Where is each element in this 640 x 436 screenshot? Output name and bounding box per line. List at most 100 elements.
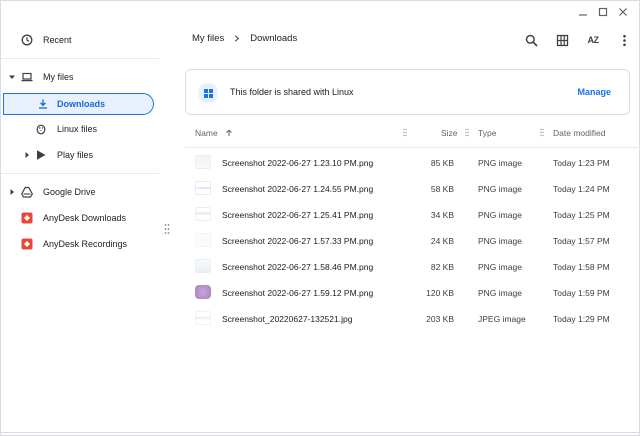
sidebar-item-recent[interactable]: Recent: [1, 29, 159, 51]
image-thumbnail: [195, 311, 211, 325]
more-options-button[interactable]: [615, 31, 633, 49]
file-name: Screenshot 2022-06-27 1.24.55 PM.png: [222, 184, 374, 194]
files-app-window: Recent My files Downloads Linux files Pl…: [0, 0, 640, 436]
column-label: Name: [195, 128, 218, 138]
sidebar-item-label: Recent: [43, 35, 72, 45]
file-date: Today 1:23 PM: [553, 158, 610, 168]
column-resize-handle[interactable]: [465, 128, 469, 137]
file-type: PNG image: [478, 158, 522, 168]
breadcrumb-my-files[interactable]: My files: [192, 33, 224, 44]
banner-message: This folder is shared with Linux: [230, 87, 354, 97]
file-list-header: Name Size Type Date modified: [185, 122, 640, 144]
file-row[interactable]: Screenshot 2022-06-27 1.23.10 PM.png 85 …: [185, 149, 640, 175]
breadcrumb-downloads[interactable]: Downloads: [250, 33, 297, 44]
column-header-type[interactable]: Type: [478, 128, 496, 138]
file-type: JPEG image: [478, 314, 526, 324]
penguin-icon: [34, 123, 47, 136]
column-resize-handle[interactable]: [540, 128, 544, 137]
expand-right-icon[interactable]: [23, 151, 31, 159]
file-row[interactable]: Screenshot 2022-06-27 1.57.33 PM.png 24 …: [185, 227, 640, 253]
file-type: PNG image: [478, 184, 522, 194]
more-vert-icon: [622, 34, 626, 46]
breadcrumb: My files Downloads: [192, 33, 297, 44]
image-thumbnail: [195, 285, 211, 299]
play-icon: [34, 149, 47, 162]
column-header-size[interactable]: Size: [441, 128, 458, 138]
file-date: Today 1:59 PM: [553, 288, 610, 298]
file-row[interactable]: Screenshot 2022-06-27 1.58.46 PM.png 82 …: [185, 253, 640, 279]
file-date: Today 1:25 PM: [553, 210, 610, 220]
sidebar-resize-handle[interactable]: [164, 223, 170, 235]
sort-button[interactable]: AZ: [584, 31, 602, 49]
sidebar-item-label: Play files: [57, 150, 94, 160]
sidebar-item-label: Linux files: [57, 124, 98, 134]
sidebar-item-label: Google Drive: [43, 187, 96, 197]
clock-icon: [20, 34, 33, 47]
expand-down-icon[interactable]: [8, 73, 16, 81]
image-thumbnail: [195, 259, 211, 273]
sidebar: Recent My files Downloads Linux files Pl…: [1, 23, 159, 433]
close-icon[interactable]: [613, 3, 633, 21]
expand-right-icon[interactable]: [8, 188, 16, 196]
sidebar-item-linux-files[interactable]: Linux files: [1, 118, 159, 140]
file-row[interactable]: Screenshot 2022-06-27 1.59.12 PM.png 120…: [185, 279, 640, 305]
sidebar-item-anydesk-downloads[interactable]: AnyDesk Downloads: [1, 207, 159, 229]
sidebar-item-anydesk-recordings[interactable]: AnyDesk Recordings: [1, 233, 159, 255]
image-thumbnail: [195, 155, 211, 169]
sidebar-item-google-drive[interactable]: Google Drive: [1, 181, 159, 203]
column-header-name[interactable]: Name: [195, 128, 233, 138]
image-thumbnail: [195, 207, 211, 221]
sidebar-divider: [1, 173, 159, 174]
file-name: Screenshot_20220627-132521.jpg: [222, 314, 353, 324]
file-date: Today 1:24 PM: [553, 184, 610, 194]
linux-shared-banner: This folder is shared with Linux Manage: [185, 69, 630, 115]
file-name: Screenshot 2022-06-27 1.23.10 PM.png: [222, 158, 374, 168]
anydesk-icon: [20, 238, 33, 251]
sidebar-item-downloads[interactable]: Downloads: [3, 93, 154, 115]
window-controls: [573, 3, 633, 21]
window-bottom-border: [1, 432, 640, 433]
image-thumbnail: [195, 181, 211, 195]
grid-view-button[interactable]: [553, 31, 571, 49]
minimize-icon[interactable]: [573, 3, 593, 21]
file-row[interactable]: Screenshot 2022-06-27 1.24.55 PM.png 58 …: [185, 175, 640, 201]
anydesk-icon: [20, 212, 33, 225]
drive-icon: [20, 186, 33, 199]
file-date: Today 1:58 PM: [553, 262, 610, 272]
linux-folder-icon: [198, 83, 218, 103]
file-type: PNG image: [478, 236, 522, 246]
column-header-date-modified[interactable]: Date modified: [553, 128, 605, 138]
column-resize-handle[interactable]: [403, 128, 407, 137]
file-size: 120 KB: [426, 288, 454, 298]
file-size: 34 KB: [430, 210, 454, 220]
file-date: Today 1:57 PM: [553, 236, 610, 246]
sidebar-item-label: AnyDesk Recordings: [43, 239, 128, 249]
sidebar-item-my-files[interactable]: My files: [1, 66, 159, 88]
file-type: PNG image: [478, 210, 522, 220]
search-button[interactable]: [522, 31, 540, 49]
image-thumbnail: [195, 233, 211, 247]
file-size: 58 KB: [430, 184, 454, 194]
file-name: Screenshot 2022-06-27 1.57.33 PM.png: [222, 236, 374, 246]
sidebar-item-label: My files: [43, 72, 74, 82]
file-type: PNG image: [478, 288, 522, 298]
download-icon: [36, 98, 49, 111]
file-row[interactable]: Screenshot 2022-06-27 1.25.41 PM.png 34 …: [185, 201, 640, 227]
manage-button[interactable]: Manage: [577, 87, 611, 97]
file-name: Screenshot 2022-06-27 1.59.12 PM.png: [222, 288, 374, 298]
sort-az-icon: AZ: [587, 35, 600, 45]
file-size: 203 KB: [426, 314, 454, 324]
file-name: Screenshot 2022-06-27 1.58.46 PM.png: [222, 262, 374, 272]
chevron-right-icon: [233, 35, 241, 43]
grid-view-icon: [556, 34, 568, 46]
header-divider: [185, 147, 640, 148]
search-icon: [525, 34, 538, 47]
sidebar-item-label: AnyDesk Downloads: [43, 213, 127, 223]
maximize-icon[interactable]: [593, 3, 613, 21]
laptop-icon: [20, 71, 33, 84]
file-row[interactable]: Screenshot_20220627-132521.jpg 203 KB JP…: [185, 305, 640, 331]
file-type: PNG image: [478, 262, 522, 272]
file-size: 85 KB: [430, 158, 454, 168]
sidebar-item-play-files[interactable]: Play files: [1, 144, 159, 166]
file-size: 24 KB: [430, 236, 454, 246]
